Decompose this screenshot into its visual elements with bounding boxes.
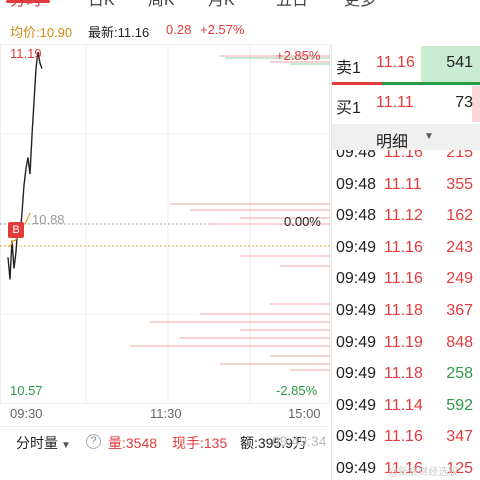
buy-depth-bar [472, 86, 480, 122]
trade-row: 09:49 11.18 367 [332, 296, 480, 328]
trade-volume: 243 [446, 238, 473, 256]
trade-row: 09:49 11.18 258 [332, 359, 480, 391]
trade-time: 09:48 [336, 150, 377, 161]
buy-price: 11.11 [376, 94, 414, 111]
tab-monthly-k[interactable]: 月K [208, 0, 235, 10]
dropdown-icon: ▼ [61, 440, 71, 451]
trade-price: 11.18 [384, 302, 423, 319]
active-tab-indicator [6, 0, 50, 3]
help-icon[interactable]: ? [86, 434, 101, 449]
trade-time: 09:48 [336, 207, 377, 225]
period-tabs: 分时 日K 周K 月K 五日 更多 ⌄ [0, 0, 480, 10]
trade-row: 09:48 11.16 215 [332, 150, 480, 170]
tab-five-day[interactable]: 五日 [276, 0, 308, 10]
trade-time: 09:49 [336, 365, 377, 383]
trade-price: 11.19 [384, 333, 423, 351]
tab-weekly-k[interactable]: 周K [148, 0, 175, 10]
y-pct-high: +2.85% [276, 48, 321, 63]
sell-volume: 541 [446, 54, 473, 71]
trade-row: 09:49 11.16 249 [332, 264, 480, 296]
trade-price: 11.18 [384, 365, 423, 383]
price-change: 0.28 [166, 22, 192, 37]
trade-row: 09:49 11.19 848 [332, 328, 480, 360]
trade-time: 09:49 [336, 428, 377, 446]
price-line [7, 51, 43, 280]
tab-more[interactable]: 更多 [344, 0, 376, 10]
avg-price: 均价:10.90 [10, 25, 73, 40]
book-divider [332, 82, 480, 85]
watermark: @新浪财经选股 [388, 467, 459, 478]
time-label-open: 09:30 [10, 406, 43, 421]
crosshair-time: 09:49:34 [272, 433, 327, 449]
y-label-high: 11.19 [10, 46, 42, 61]
sell-price: 11.16 [376, 54, 415, 71]
trade-volume: 848 [446, 333, 473, 351]
trade-row: 09:48 11.11 355 [332, 170, 480, 202]
detail-dropdown-icon: ▼ [424, 131, 434, 142]
buy-marker-icon[interactable]: B [8, 222, 24, 238]
trade-price: 11.16 [384, 428, 423, 446]
trade-time: 09:49 [336, 302, 377, 319]
trade-time: 09:49 [336, 238, 377, 256]
indicator-selector[interactable]: 分时量 ▼ [16, 433, 71, 453]
trade-time: 09:48 [336, 175, 377, 193]
trade-volume: 215 [446, 150, 473, 161]
detail-label: 明细 [376, 134, 409, 151]
trade-row: 09:49 11.16 347 [332, 422, 480, 454]
buy-level-1[interactable]: 买1 11.11 73 [332, 86, 480, 122]
trade-list[interactable]: 09:48 11.16 215 09:48 11.11 355 09:48 11.12 162 0… [332, 150, 480, 480]
detail-tab[interactable]: 明细 ▼ [332, 124, 480, 151]
expand-icon[interactable]: ⌄ [447, 0, 460, 2]
trade-volume: 367 [446, 302, 473, 319]
y-pct-low: -2.85% [276, 383, 318, 398]
indicator-selector-label: 分时量 [16, 435, 58, 451]
trade-time: 09:49 [336, 460, 377, 477]
trade-volume: 355 [446, 175, 473, 193]
trade-volume: 592 [446, 396, 473, 414]
trade-time: 09:49 [336, 396, 377, 414]
time-label-noon: 11:30 [150, 406, 182, 421]
price-change-pct: +2.57% [200, 22, 245, 37]
trade-price: 11.16 [384, 270, 423, 288]
trade-volume: 162 [446, 207, 473, 225]
order-panel: 卖1 11.16 541 买1 11.11 73 明细 ▼ 09:48 11.16… [331, 44, 480, 480]
trade-volume: 258 [446, 365, 473, 383]
trade-price: 11.16 [384, 238, 423, 256]
trade-row: 09:48 11.12 162 [332, 201, 480, 233]
current-hand-value: 现手:135 [172, 435, 228, 451]
latest-price: 最新:11.16 [88, 25, 150, 40]
intraday-chart[interactable]: 11.19 10.88 10.57 +2.85% 0.00% -2.85% B [0, 44, 330, 404]
trade-volume: 249 [446, 270, 473, 288]
trade-price: 11.11 [384, 175, 422, 193]
y-pct-mid: 0.00% [284, 214, 321, 229]
trade-time: 09:49 [336, 333, 377, 351]
sell-level-1[interactable]: 卖1 11.16 541 [332, 46, 480, 82]
y-label-mid: 10.88 [32, 212, 65, 227]
tab-daily-k[interactable]: 日K [88, 0, 115, 10]
buy-label: 买1 [336, 100, 361, 117]
y-label-low: 10.57 [10, 383, 43, 398]
sell-label: 卖1 [336, 60, 361, 77]
trade-price: 11.12 [384, 207, 423, 225]
trade-row: 09:49 11.16 243 [332, 233, 480, 265]
time-label-close: 15:00 [288, 406, 321, 421]
volume-value: 量:3548 [108, 435, 158, 451]
trade-row: 09:49 11.14 592 [332, 391, 480, 423]
trade-volume: 347 [446, 428, 473, 446]
trade-price: 11.16 [384, 150, 423, 161]
trade-time: 09:49 [336, 270, 377, 288]
buy-volume: 73 [455, 94, 473, 111]
trade-price: 11.14 [384, 396, 423, 414]
volume-bar: 分时量 ▼ ? 量:3548 现手:135 额:395.9万 09:49:34 [0, 426, 330, 480]
